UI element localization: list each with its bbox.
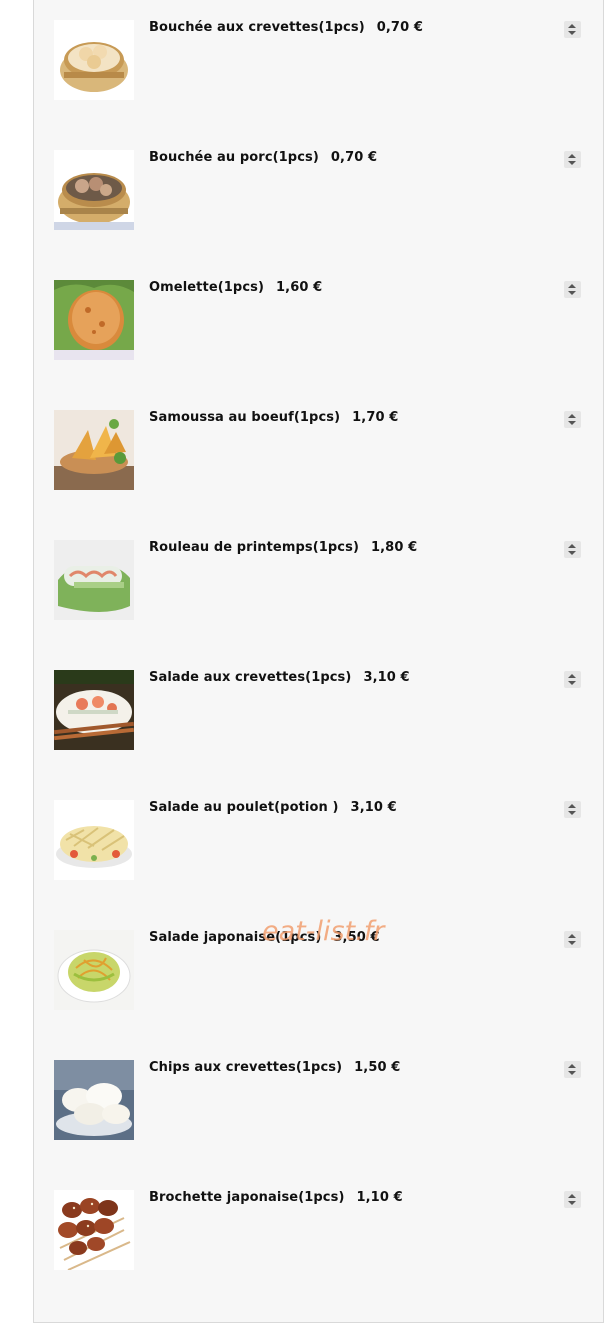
quantity-stepper[interactable] — [564, 931, 581, 948]
quantity-stepper[interactable] — [564, 1191, 581, 1208]
yakitori-photo — [54, 1190, 134, 1270]
item-price: 1,50 € — [354, 1060, 401, 1075]
arrow-up-icon[interactable] — [568, 154, 576, 158]
item-info: Salade au poulet(potion ) 3,10 € — [149, 800, 397, 820]
shrimp-salad-photo — [54, 670, 134, 750]
item-price: 3,10 € — [350, 800, 397, 815]
arrow-up-icon[interactable] — [568, 674, 576, 678]
arrow-down-icon[interactable] — [568, 421, 576, 425]
arrow-down-icon[interactable] — [568, 941, 576, 945]
item-price: 1,70 € — [352, 410, 399, 425]
arrow-down-icon[interactable] — [568, 1071, 576, 1075]
japanese-salad-photo — [54, 930, 134, 1010]
menu-item: Chips aux crevettes(1pcs) 1,50 € — [34, 1040, 603, 1170]
quantity-stepper[interactable] — [564, 281, 581, 298]
menu-item: Omelette(1pcs) 1,60 € — [34, 260, 603, 390]
shrimp-dumpling-photo — [54, 20, 134, 100]
menu-item: Brochette japonaise(1pcs) 1,10 € — [34, 1170, 603, 1300]
menu-item: Rouleau de printemps(1pcs) 1,80 € — [34, 520, 603, 650]
item-price: 1,60 € — [276, 280, 323, 295]
item-info: Bouchée aux crevettes(1pcs) 0,70 € — [149, 20, 423, 40]
spring-roll-photo — [54, 540, 134, 620]
item-name: Rouleau de printemps(1pcs) — [149, 540, 359, 555]
arrow-down-icon[interactable] — [568, 681, 576, 685]
arrow-up-icon[interactable] — [568, 934, 576, 938]
item-info: Omelette(1pcs) 1,60 € — [149, 280, 322, 300]
item-info: Rouleau de printemps(1pcs) 1,80 € — [149, 540, 417, 560]
item-name: Salade au poulet(potion ) — [149, 800, 339, 815]
arrow-up-icon[interactable] — [568, 284, 576, 288]
menu-item: Salade au poulet(potion ) 3,10 € — [34, 780, 603, 910]
quantity-stepper[interactable] — [564, 1061, 581, 1078]
arrow-down-icon[interactable] — [568, 551, 576, 555]
item-price: 0,70 € — [376, 20, 423, 35]
item-name: Omelette(1pcs) — [149, 280, 265, 295]
menu-item: Bouchée au porc(1pcs) 0,70 € — [34, 130, 603, 260]
item-name: Brochette japonaise(1pcs) — [149, 1190, 345, 1205]
menu-item: Samoussa au boeuf(1pcs) 1,70 € — [34, 390, 603, 520]
menu-item: Bouchée aux crevettes(1pcs) 0,70 € — [34, 0, 603, 130]
quantity-stepper[interactable] — [564, 21, 581, 38]
quantity-stepper[interactable] — [564, 541, 581, 558]
omelette-photo — [54, 280, 134, 360]
item-info: Chips aux crevettes(1pcs) 1,50 € — [149, 1060, 400, 1080]
arrow-up-icon[interactable] — [568, 1194, 576, 1198]
watermark: eat-list.fr — [262, 916, 385, 947]
item-info: Samoussa au boeuf(1pcs) 1,70 € — [149, 410, 398, 430]
item-name: Chips aux crevettes(1pcs) — [149, 1060, 343, 1075]
item-price: 1,80 € — [371, 540, 418, 555]
arrow-up-icon[interactable] — [568, 544, 576, 548]
arrow-down-icon[interactable] — [568, 161, 576, 165]
arrow-up-icon[interactable] — [568, 1064, 576, 1068]
samosa-photo — [54, 410, 134, 490]
arrow-up-icon[interactable] — [568, 414, 576, 418]
menu-panel: Bouchée aux crevettes(1pcs) 0,70 € Bouché… — [33, 0, 604, 1323]
quantity-stepper[interactable] — [564, 801, 581, 818]
item-price: 0,70 € — [330, 150, 378, 165]
item-price: 3,10 € — [363, 670, 410, 685]
item-info: Salade aux crevettes(1pcs) 3,10 € — [149, 670, 410, 690]
item-info: Bouchée au porc(1pcs) 0,70 € — [149, 150, 377, 170]
quantity-stepper[interactable] — [564, 411, 581, 428]
arrow-down-icon[interactable] — [568, 31, 576, 35]
item-name: Bouchée aux crevettes(1pcs) — [149, 20, 365, 35]
arrow-down-icon[interactable] — [568, 1201, 576, 1205]
arrow-up-icon[interactable] — [568, 804, 576, 808]
quantity-stepper[interactable] — [564, 671, 581, 688]
item-name: Samoussa au boeuf(1pcs) — [149, 410, 341, 425]
item-name: Bouchée au porc(1pcs) — [149, 150, 319, 165]
chicken-salad-photo — [54, 800, 134, 880]
item-price: 1,10 € — [356, 1190, 403, 1205]
arrow-down-icon[interactable] — [568, 811, 576, 815]
item-info: Brochette japonaise(1pcs) 1,10 € — [149, 1190, 403, 1210]
menu-item: Salade aux crevettes(1pcs) 3,10 € — [34, 650, 603, 780]
quantity-stepper[interactable] — [564, 151, 581, 168]
arrow-down-icon[interactable] — [568, 291, 576, 295]
pork-dumpling-photo — [54, 150, 134, 230]
arrow-up-icon[interactable] — [568, 24, 576, 28]
item-name: Salade aux crevettes(1pcs) — [149, 670, 352, 685]
prawn-crackers-photo — [54, 1060, 134, 1140]
